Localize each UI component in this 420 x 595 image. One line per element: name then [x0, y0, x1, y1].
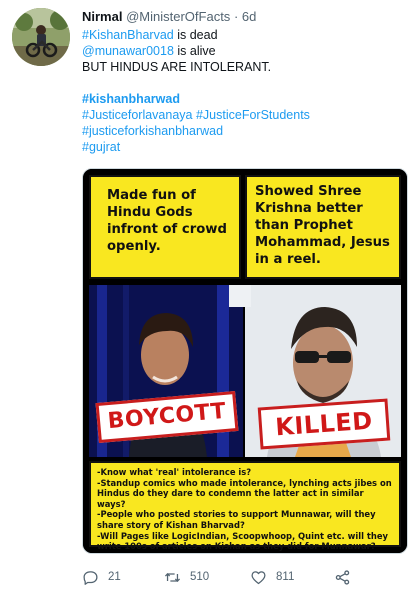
hashtag-link[interactable]: #JusticeForStudents — [196, 108, 310, 122]
tweet-text: #KishanBharvad is dead @munawar0018 is a… — [82, 27, 412, 155]
header-separator: · — [233, 9, 239, 24]
tweet[interactable]: Nirmal @MinisterOfFacts · 6d #KishanBhar… — [0, 0, 420, 595]
tweet-line-2: @munawar0018 is alive — [82, 43, 412, 59]
watermark-logo — [229, 285, 251, 307]
poster-text-line: -Will Pages like LogicIndian, Scoopwhoop… — [97, 530, 389, 541]
retweet-icon — [164, 572, 181, 582]
caption-line: in a reel. — [255, 252, 321, 267]
tweet-text-segment: is dead — [173, 28, 218, 42]
tweet-line-1: #KishanBharvad is dead — [82, 27, 412, 43]
retweet-button[interactable]: 510 — [164, 566, 209, 588]
tweet-line-5: #Justiceforlavanaya #JusticeForStudents — [82, 107, 412, 123]
tweet-actions: 21 510 811 — [82, 566, 382, 588]
reply-icon — [83, 570, 98, 585]
poster-right-photo: KILLED — [245, 285, 401, 457]
tweet-line-6: #justiceforkishanbharwad — [82, 123, 412, 139]
avatar-image — [12, 8, 70, 66]
tweet-media[interactable]: Made fun of Hindu Gods infront of crowd … — [82, 168, 408, 554]
tweet-header: Nirmal @MinisterOfFacts · 6d — [82, 9, 412, 25]
caption-line: Made fun of — [107, 188, 196, 203]
poster-text-line: write 100s of articles on Kishan as they… — [97, 541, 376, 552]
poster-text-line: -Know what 'real' intolerance is? — [97, 467, 252, 477]
poster-text-line: share story of Kishan Bharvad? — [97, 519, 245, 530]
tweet-line-7: #gujrat — [82, 139, 412, 155]
like-icon — [251, 570, 266, 584]
like-count: 811 — [276, 571, 295, 583]
poster-left-photo: BOYCOTT — [89, 285, 243, 457]
avatar[interactable] — [12, 8, 70, 66]
caption-line: openly. — [107, 239, 161, 254]
reply-count: 21 — [108, 571, 121, 583]
reply-button[interactable]: 21 — [82, 566, 121, 588]
mention-link[interactable]: @munawar0018 — [82, 44, 174, 58]
poster-right-caption: Showed Shree Krishna better than Prophet… — [245, 175, 401, 279]
hashtag-link[interactable]: #justiceforkishanbharwad — [82, 124, 223, 138]
poster-text-line: -People who posted stories to support Mu… — [97, 509, 376, 520]
caption-line: Hindu Gods — [107, 205, 193, 220]
caption-line: than Prophet — [255, 218, 353, 233]
hashtag-link[interactable]: #Justiceforlavanaya — [82, 108, 192, 122]
tweet-line-3: BUT HINDUS ARE INTOLERANT. — [82, 60, 272, 74]
retweet-count: 510 — [190, 571, 210, 583]
caption-line: Krishna better — [255, 201, 363, 216]
share-button[interactable] — [334, 566, 351, 588]
poster-text-line: Hindus do they dare to condemn the latte… — [97, 488, 364, 509]
poster-left-caption: Made fun of Hindu Gods infront of crowd … — [89, 175, 241, 279]
caption-line: infront of crowd — [107, 222, 227, 237]
tweet-text-segment: is alive — [173, 44, 216, 58]
like-button[interactable]: 811 — [250, 566, 294, 588]
display-name[interactable]: Nirmal — [82, 9, 122, 24]
hashtag-link[interactable]: #kishanbharwad — [82, 92, 180, 106]
hashtag-link[interactable]: #KishanBharvad — [82, 28, 174, 42]
timestamp[interactable]: 6d — [242, 9, 256, 24]
user-handle[interactable]: @MinisterOfFacts — [126, 9, 230, 24]
caption-line: Mohammad, Jesus — [255, 235, 390, 250]
poster-bottom-text: -Know what 'real' intolerance is? -Stand… — [89, 461, 401, 551]
poster-image: Made fun of Hindu Gods infront of crowd … — [83, 169, 407, 553]
share-icon — [335, 569, 350, 585]
hashtag-link[interactable]: #gujrat — [82, 140, 120, 154]
tweet-line-4: #kishanbharwad — [82, 91, 412, 107]
caption-line: Showed Shree — [255, 184, 362, 199]
poster-text-line: -Standup comics who made intolerance, ly… — [97, 477, 392, 488]
